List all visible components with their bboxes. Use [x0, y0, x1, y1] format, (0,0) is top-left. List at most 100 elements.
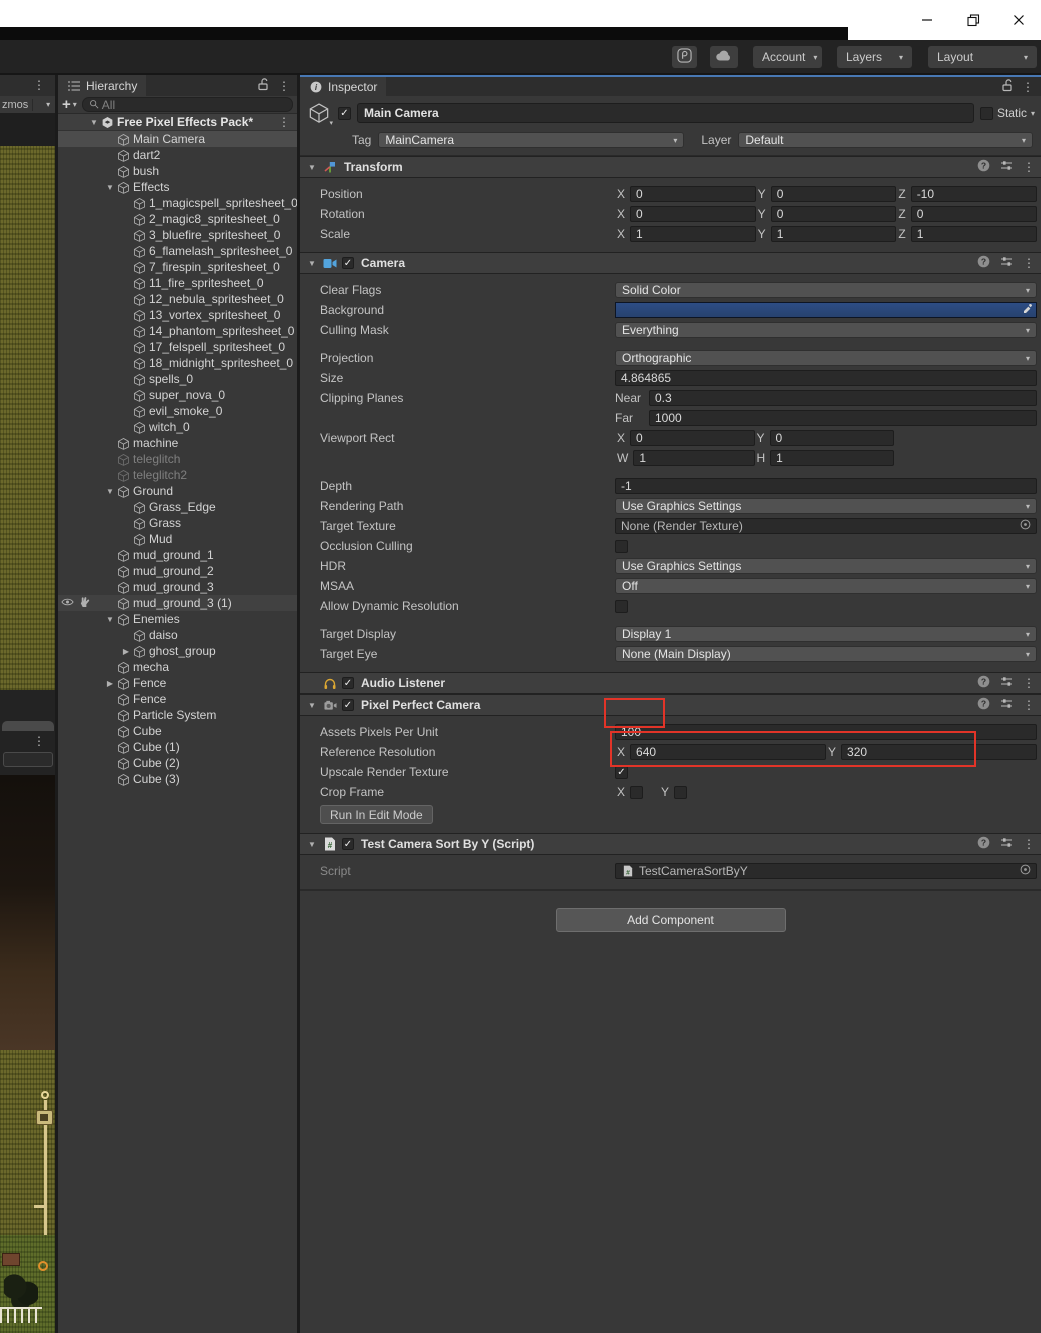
gizmos-dropdown[interactable]: ▾ — [41, 100, 55, 109]
foldout-arrow[interactable]: ▼ — [88, 118, 100, 127]
help-icon[interactable]: ? — [977, 697, 990, 713]
hierarchy-item[interactable]: Cube (3) — [58, 771, 297, 787]
hierarchy-item[interactable]: ▶Fence — [58, 675, 297, 691]
dropdown[interactable]: Use Graphics Settings▾ — [615, 498, 1037, 514]
scene-row[interactable]: ▼Free Pixel Effects Pack*⋮ — [58, 114, 297, 131]
account-dropdown[interactable]: Account ▾ — [753, 46, 822, 68]
hierarchy-item[interactable]: 3_bluefire_spritesheet_0 — [58, 227, 297, 243]
hierarchy-item[interactable]: daiso — [58, 627, 297, 643]
hierarchy-item[interactable]: Main Camera — [58, 131, 297, 147]
checkbox[interactable] — [630, 786, 643, 799]
hierarchy-item[interactable]: super_nova_0 — [58, 387, 297, 403]
hierarchy-item[interactable]: 6_flamelash_spritesheet_0 — [58, 243, 297, 259]
object-field[interactable]: #TestCameraSortByY — [615, 863, 1037, 879]
text-field[interactable]: 0 — [630, 186, 756, 202]
static-checkbox[interactable] — [980, 107, 993, 120]
foldout-arrow[interactable]: ▼ — [306, 163, 318, 172]
hierarchy-item[interactable]: spells_0 — [58, 371, 297, 387]
help-icon[interactable]: ? — [977, 255, 990, 271]
enabled-checkbox[interactable]: ✓ — [338, 107, 351, 120]
object-field[interactable]: None (Render Texture) — [615, 518, 1037, 534]
preset-icon[interactable] — [1000, 837, 1013, 851]
dropdown[interactable]: None (Main Display)▾ — [615, 646, 1037, 662]
cloud-button[interactable] — [710, 46, 738, 68]
eyedropper-icon[interactable] — [1022, 303, 1034, 318]
hierarchy-item[interactable]: 1_magicspell_spritesheet_0 — [58, 195, 297, 211]
component-enabled-checkbox[interactable]: ✓ — [342, 699, 354, 711]
hierarchy-item[interactable]: 11_fire_spritesheet_0 — [58, 275, 297, 291]
kebab-menu-icon[interactable]: ⋮ — [33, 735, 45, 747]
layout-dropdown[interactable]: Layout ▾ — [928, 46, 1037, 68]
text-field[interactable]: 0 — [630, 430, 754, 446]
checkbox[interactable] — [615, 600, 628, 613]
gizmos-button[interactable]: zmos — [0, 99, 28, 111]
foldout-arrow[interactable]: ▼ — [306, 701, 318, 710]
text-field[interactable]: 1000 — [649, 410, 1037, 426]
tag-dropdown[interactable]: MainCamera▾ — [378, 132, 684, 148]
transform-header[interactable]: ▼ Transform ? ⋮ — [300, 156, 1041, 178]
hierarchy-item[interactable]: Cube (2) — [58, 755, 297, 771]
hierarchy-item[interactable]: ▼Effects — [58, 179, 297, 195]
hierarchy-item[interactable]: mud_ground_2 — [58, 563, 297, 579]
lock-icon[interactable] — [1001, 79, 1013, 95]
hierarchy-item[interactable]: witch_0 — [58, 419, 297, 435]
help-icon[interactable]: ? — [977, 675, 990, 691]
kebab-menu-icon[interactable]: ⋮ — [1023, 161, 1035, 173]
hierarchy-item[interactable]: Mud — [58, 531, 297, 547]
hierarchy-item[interactable]: dart2 — [58, 147, 297, 163]
preset-icon[interactable] — [1000, 160, 1013, 174]
dropdown[interactable]: Solid Color▾ — [615, 282, 1037, 298]
gameobject-cube-icon[interactable]: ▾ — [306, 101, 332, 125]
hierarchy-item[interactable]: 7_firespin_spritesheet_0 — [58, 259, 297, 275]
static-dropdown-icon[interactable]: ▾ — [1031, 109, 1035, 118]
dropdown[interactable]: Off▾ — [615, 578, 1037, 594]
help-icon[interactable]: ? — [977, 159, 990, 175]
text-field[interactable]: -10 — [911, 186, 1037, 202]
pixel-perfect-camera-header[interactable]: ▼ ✓ Pixel Perfect Camera ? ⋮ — [300, 694, 1041, 716]
restore-button[interactable] — [965, 12, 981, 28]
preset-icon[interactable] — [1000, 698, 1013, 712]
hierarchy-item[interactable]: mud_ground_1 — [58, 547, 297, 563]
kebab-menu-icon[interactable]: ⋮ — [1023, 838, 1035, 850]
hierarchy-item[interactable]: Particle System — [58, 707, 297, 723]
lock-icon[interactable] — [257, 78, 269, 94]
foldout-arrow[interactable]: ▼ — [306, 840, 318, 849]
hierarchy-item[interactable]: 2_magic8_spritesheet_0 — [58, 211, 297, 227]
dropdown[interactable]: Display 1▾ — [615, 626, 1037, 642]
gameobject-name-field[interactable]: Main Camera — [357, 103, 974, 123]
dropdown[interactable]: Everything▾ — [615, 322, 1037, 338]
text-field[interactable]: 0 — [771, 206, 897, 222]
create-button[interactable]: +▾ — [62, 97, 77, 112]
text-field[interactable]: 0 — [630, 206, 756, 222]
kebab-menu-icon[interactable]: ⋮ — [278, 116, 297, 128]
camera-header[interactable]: ▼ ✓ Camera ? ⋮ — [300, 252, 1041, 274]
script-component-header[interactable]: ▼ # ✓ Test Camera Sort By Y (Script) ? ⋮ — [300, 833, 1041, 855]
text-field[interactable]: 1 — [633, 450, 754, 466]
hierarchy-item[interactable]: ▼Enemies — [58, 611, 297, 627]
component-enabled-checkbox[interactable]: ✓ — [342, 677, 354, 689]
hierarchy-item[interactable]: 17_felspell_spritesheet_0 — [58, 339, 297, 355]
foldout-arrow[interactable]: ▼ — [104, 183, 116, 192]
hierarchy-item[interactable]: 12_nebula_spritesheet_0 — [58, 291, 297, 307]
hierarchy-item[interactable]: 14_phantom_spritesheet_0 — [58, 323, 297, 339]
hierarchy-search-input[interactable]: All — [82, 97, 293, 112]
kebab-menu-icon[interactable]: ⋮ — [1023, 699, 1035, 711]
hierarchy-item[interactable]: teleglitch — [58, 451, 297, 467]
checkbox[interactable] — [674, 786, 687, 799]
hierarchy-item[interactable]: teleglitch2 — [58, 467, 297, 483]
component-enabled-checkbox[interactable]: ✓ — [342, 257, 354, 269]
text-field[interactable]: 0 — [911, 206, 1037, 222]
object-picker-icon[interactable] — [1020, 519, 1031, 533]
text-field[interactable]: 0.3 — [649, 390, 1037, 406]
dropdown[interactable]: Use Graphics Settings▾ — [615, 558, 1037, 574]
foldout-arrow[interactable]: ▼ — [104, 615, 116, 624]
kebab-menu-icon[interactable]: ⋮ — [1023, 677, 1035, 689]
checkbox[interactable]: ✓ — [615, 766, 628, 779]
text-field[interactable]: 1 — [771, 226, 897, 242]
layers-dropdown[interactable]: Layers ▾ — [837, 46, 912, 68]
foldout-arrow[interactable]: ▼ — [104, 487, 116, 496]
text-field[interactable]: 0 — [771, 186, 897, 202]
minimize-button[interactable] — [919, 12, 935, 28]
hierarchy-item[interactable]: Grass_Edge — [58, 499, 297, 515]
checkbox[interactable] — [615, 540, 628, 553]
